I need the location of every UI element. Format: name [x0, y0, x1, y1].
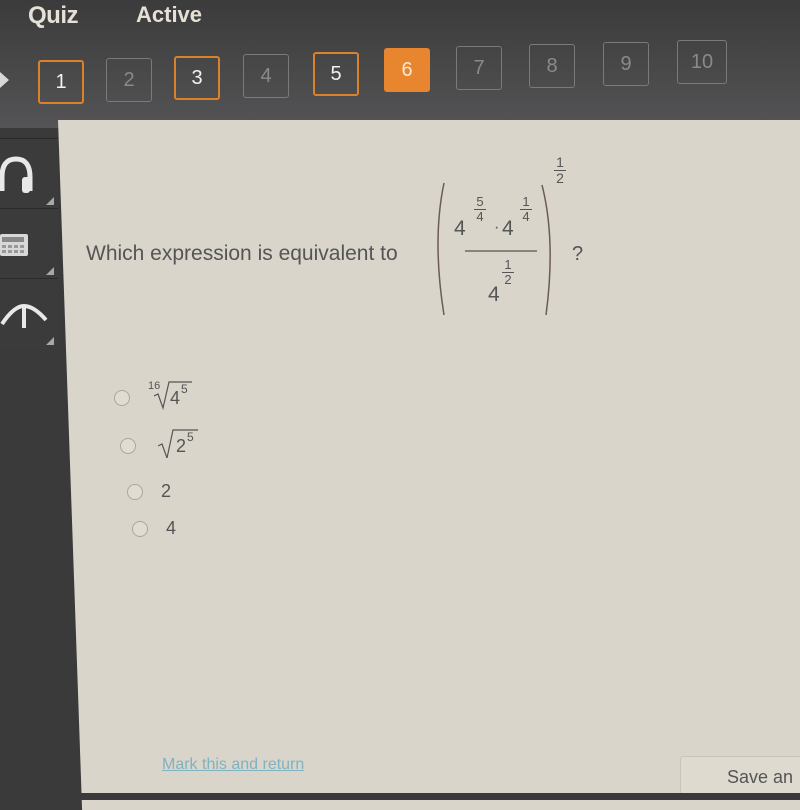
radio-button[interactable] — [132, 520, 148, 537]
quiz-status: Active — [136, 2, 203, 27]
reference-icon — [0, 303, 48, 328]
radical-power: 5 — [181, 382, 188, 396]
sidebar-toggle-icon[interactable] — [0, 72, 9, 88]
choice-d-label: 4 — [166, 518, 177, 538]
headphones-icon — [0, 156, 33, 193]
choice-b-label: 2 5 — [158, 429, 238, 460]
exponent-numerator: 1 — [502, 258, 514, 273]
numerator-base-1: 4 — [454, 217, 466, 240]
question-nav-8[interactable]: 8 — [529, 44, 575, 88]
question-nav-4[interactable]: 4 — [243, 54, 289, 98]
outer-exponent: 1 2 — [554, 155, 566, 186]
exponent-1: 5 4 — [474, 195, 486, 224]
choice-b[interactable]: 2 5 — [120, 429, 238, 460]
question-nav-label: 7 — [473, 56, 485, 79]
calculator-tool[interactable] — [0, 208, 58, 279]
math-expression: 4 5 4 · 4 1 4 4 1 2 1 2 — [430, 155, 600, 320]
exponent-2: 1 4 — [520, 195, 532, 224]
question-nav-1[interactable]: 1 — [38, 60, 84, 104]
bottom-edge — [0, 793, 800, 800]
save-button[interactable]: Save an — [680, 756, 800, 796]
expand-corner-icon — [46, 337, 54, 345]
question-nav-label: 6 — [401, 58, 413, 81]
radio-button[interactable] — [120, 438, 136, 454]
exponent-numerator: 1 — [520, 195, 532, 210]
exponent-numerator: 1 — [554, 155, 566, 171]
mark-and-return-link[interactable]: Mark this and return — [162, 756, 304, 774]
exponent-3: 1 2 — [502, 258, 514, 287]
exponent-denominator: 4 — [476, 209, 484, 224]
question-nav-10[interactable]: 10 — [677, 40, 727, 84]
multiply-dot: · — [494, 219, 500, 236]
radical-base: 2 — [176, 436, 187, 456]
question-nav-label: 2 — [123, 68, 135, 91]
reference-tool[interactable] — [0, 278, 58, 349]
expand-corner-icon — [46, 197, 54, 205]
choice-d[interactable]: 4 — [132, 518, 176, 539]
exponent-denominator: 2 — [556, 170, 564, 186]
choice-c-label: 2 — [161, 481, 172, 501]
question-nav-label: 8 — [546, 54, 558, 77]
question-nav-label: 3 — [191, 66, 203, 89]
radio-button[interactable] — [114, 390, 130, 406]
top-bar: Quiz Active 1 2 3 4 5 6 7 8 9 10 — [0, 0, 800, 128]
radical-base: 4 — [170, 388, 181, 408]
question-nav-label: 10 — [690, 50, 714, 73]
question-nav-7[interactable]: 7 — [456, 46, 502, 90]
question-nav-label: 9 — [620, 52, 632, 75]
question-nav-2[interactable]: 2 — [106, 58, 152, 102]
exponent-numerator: 5 — [474, 195, 486, 210]
choice-c[interactable]: 2 — [127, 481, 171, 502]
denominator-base: 4 — [488, 283, 500, 306]
question-mark: ? — [572, 243, 584, 265]
question-nav-5[interactable]: 5 — [313, 52, 359, 96]
question-nav-9[interactable]: 9 — [603, 42, 649, 86]
question-nav-label: 5 — [330, 62, 342, 85]
question-nav-label: 1 — [55, 70, 67, 93]
radio-button[interactable] — [127, 483, 143, 500]
quiz-title: Quiz — [28, 2, 79, 29]
choice-a-label: 16 4 5 — [148, 380, 228, 412]
calculator-icon — [0, 234, 28, 256]
numerator-base-2: 4 — [502, 217, 514, 240]
headphones-tool[interactable] — [0, 138, 58, 209]
choice-a[interactable]: 16 4 5 — [114, 380, 228, 412]
question-panel — [58, 120, 800, 810]
exponent-denominator: 4 — [522, 209, 530, 224]
tool-sidebar — [0, 128, 60, 349]
question-nav-6[interactable]: 6 — [384, 48, 430, 92]
expand-corner-icon — [46, 267, 54, 275]
question-prompt: Which expression is equivalent to — [86, 242, 398, 265]
question-nav-3[interactable]: 3 — [174, 56, 220, 100]
exponent-denominator: 2 — [504, 272, 512, 287]
question-nav-label: 4 — [260, 64, 272, 87]
radical-power: 5 — [187, 430, 194, 444]
